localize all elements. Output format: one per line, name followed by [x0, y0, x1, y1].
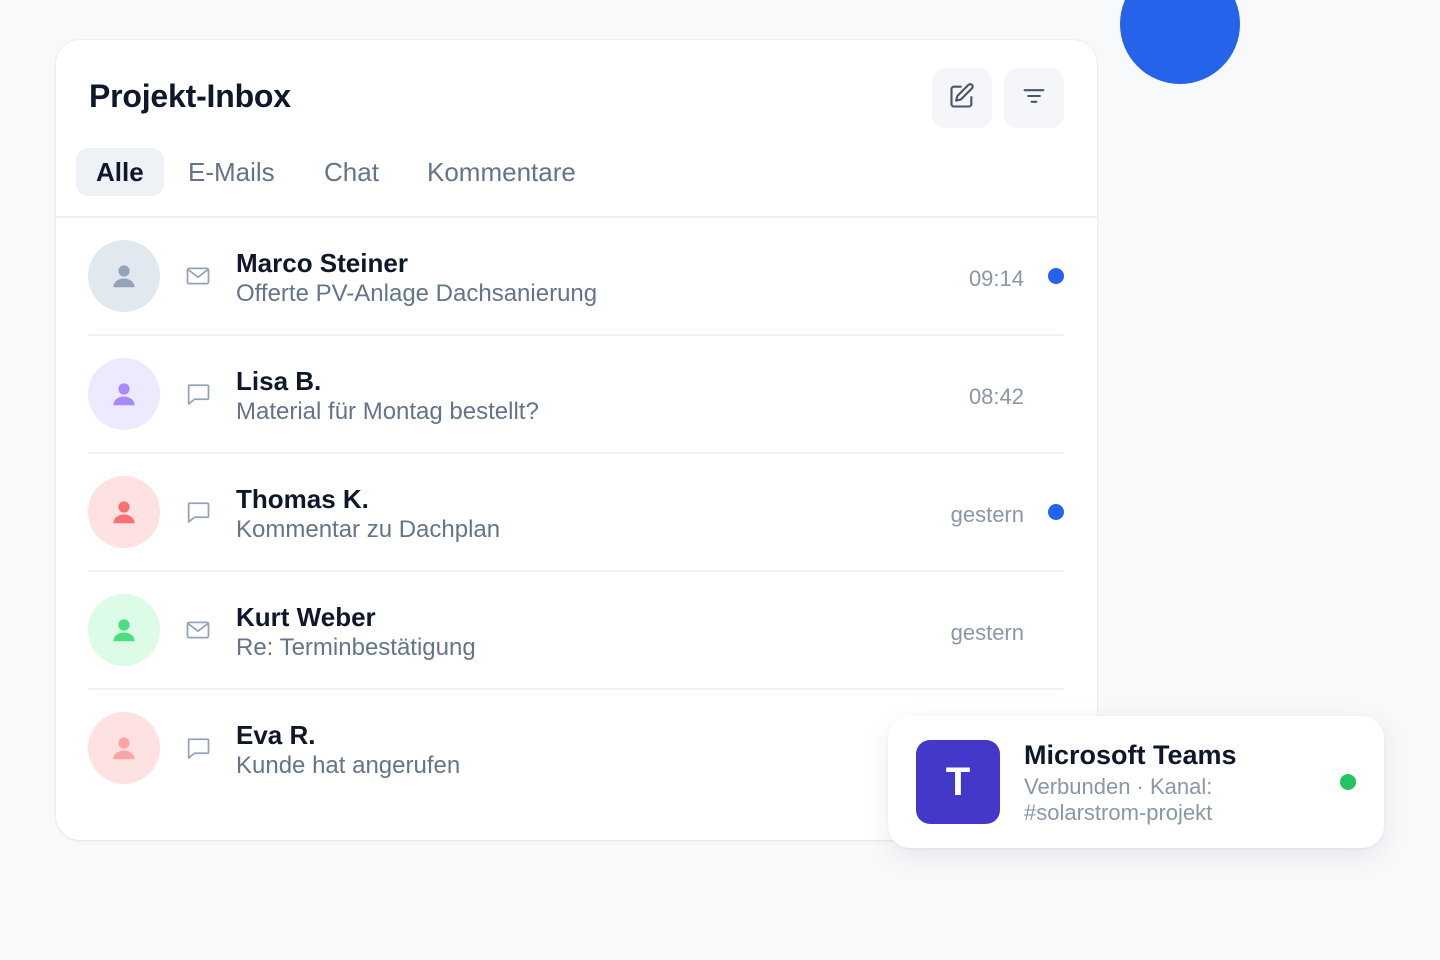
- user-icon: [113, 619, 135, 642]
- message-time: 08:42: [968, 384, 1024, 409]
- sender-name: Lisa B.: [236, 366, 322, 396]
- message-time: gestern: [950, 502, 1024, 527]
- avatar: [88, 358, 160, 430]
- message-row[interactable]: Thomas K. Kommentar zu Dachplan gestern: [88, 454, 1064, 572]
- tab-chat[interactable]: Chat: [304, 148, 399, 196]
- chat-bubble-icon: [184, 380, 212, 408]
- sender-name: Eva R.: [236, 720, 316, 750]
- decorative-circle: [1120, 0, 1240, 84]
- integration-status: Verbunden · Kanal: #solarstrom-projekt: [1024, 774, 1213, 825]
- user-icon: [113, 737, 135, 760]
- mail-icon: [184, 616, 212, 644]
- compose-button[interactable]: [932, 68, 992, 128]
- user-icon: [113, 383, 135, 406]
- integration-title: Microsoft Teams: [1024, 740, 1237, 770]
- sender-name: Marco Steiner: [236, 248, 408, 278]
- user-icon: [113, 265, 135, 288]
- tab-emails[interactable]: E-Mails: [168, 148, 295, 196]
- avatar: [88, 240, 160, 312]
- message-subject: Material für Montag bestellt?: [236, 398, 539, 425]
- online-status-indicator: [1340, 774, 1356, 790]
- page-title: Projekt-Inbox: [89, 78, 291, 114]
- avatar: [88, 594, 160, 666]
- message-subject: Offerte PV-Anlage Dachsanierung: [236, 280, 598, 307]
- sender-name: Thomas K.: [236, 484, 369, 514]
- avatar: [88, 712, 160, 784]
- message-time: 09:14: [968, 266, 1024, 291]
- tab-comments[interactable]: Kommentare: [407, 148, 596, 196]
- user-icon: [113, 501, 135, 524]
- tab-all[interactable]: Alle: [76, 148, 164, 196]
- chat-bubble-icon: [184, 734, 212, 762]
- teams-logo: T: [916, 740, 1000, 824]
- unread-indicator: [1048, 268, 1064, 284]
- avatar: [88, 476, 160, 548]
- unread-indicator: [1048, 504, 1064, 520]
- filter-icon: [1020, 82, 1048, 115]
- message-row[interactable]: Kurt Weber Re: Terminbestätigung gestern: [88, 572, 1064, 690]
- compose-icon: [948, 82, 976, 115]
- message-row[interactable]: Lisa B. Material für Montag bestellt? 08…: [88, 336, 1064, 454]
- message-subject: Kommentar zu Dachplan: [236, 516, 501, 543]
- chat-bubble-icon: [184, 498, 212, 526]
- mail-icon: [184, 262, 212, 290]
- sender-name: Kurt Weber: [236, 602, 376, 632]
- message-row[interactable]: Marco Steiner Offerte PV-Anlage Dachsani…: [88, 218, 1064, 336]
- teams-integration-card[interactable]: T Microsoft Teams Verbunden · Kanal: #so…: [888, 716, 1384, 848]
- message-subject: Re: Terminbestätigung: [236, 634, 476, 661]
- message-time: gestern: [950, 620, 1024, 645]
- filter-button[interactable]: [1004, 68, 1064, 128]
- message-subject: Kunde hat angerufen: [236, 752, 461, 779]
